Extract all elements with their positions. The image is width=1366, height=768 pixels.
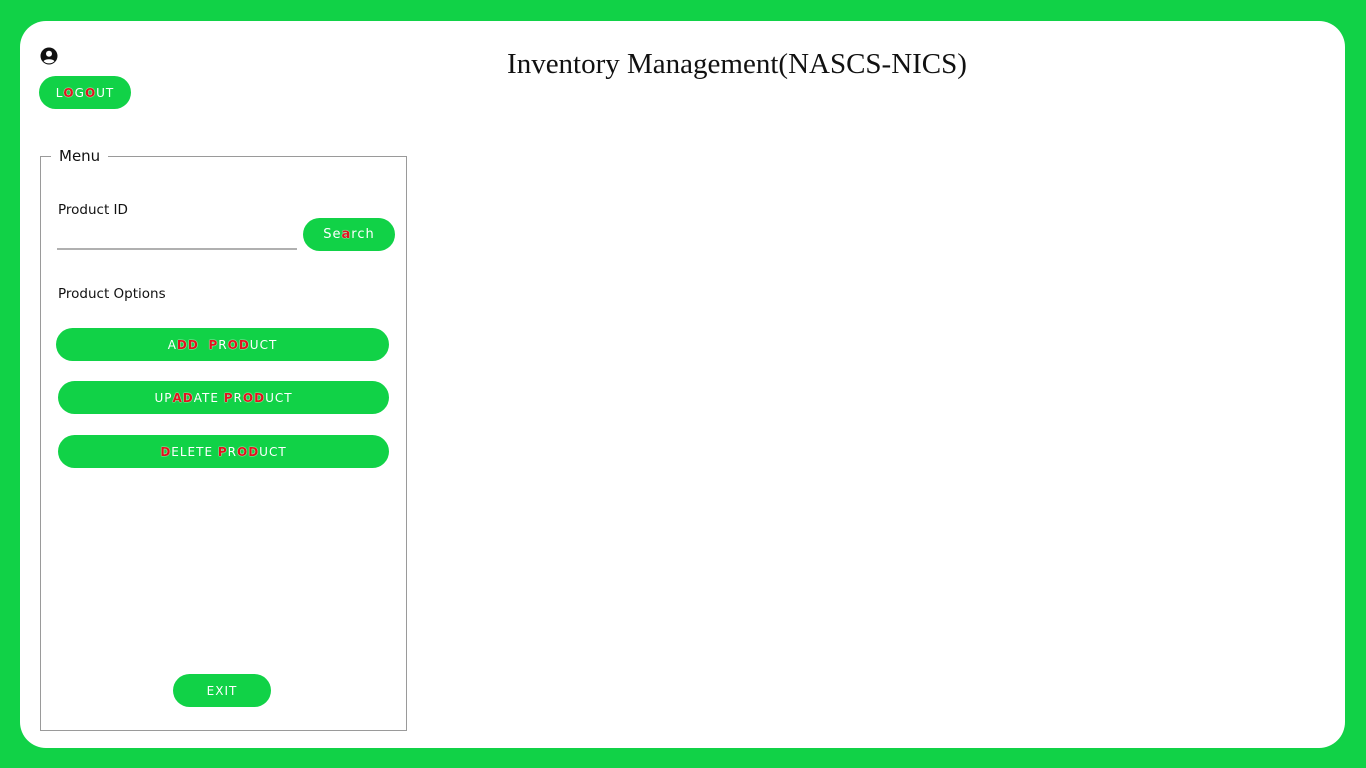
label-highlight: OD — [237, 444, 260, 459]
label-highlight: O — [84, 85, 97, 100]
label-text: UP — [154, 390, 173, 405]
label-text: R — [218, 337, 228, 352]
label-text: A — [193, 390, 203, 405]
label-text: A — [167, 337, 177, 352]
update-product-button[interactable]: UPADATE PRODUCT — [58, 381, 389, 414]
label-highlight: D — [160, 444, 172, 459]
product-id-input[interactable] — [57, 226, 297, 250]
label-highlight: P — [217, 444, 228, 459]
label-highlight: P — [208, 337, 219, 352]
page-title: Inventory Management(NASCS-NICS) — [507, 48, 967, 80]
label-text: EXIT — [206, 683, 238, 698]
add-product-button[interactable]: ADD PRODUCT — [56, 328, 389, 361]
label-text: UCT — [249, 337, 278, 352]
label-highlight: O — [63, 85, 75, 100]
label-text: rch — [351, 226, 375, 242]
product-options-label: Product Options — [58, 286, 166, 302]
label-text: UT — [96, 85, 115, 100]
logout-button[interactable]: LOGOUT — [39, 76, 131, 109]
exit-button[interactable]: EXIT — [173, 674, 271, 707]
menu-legend: Menu — [59, 147, 101, 165]
label-text: UCT — [259, 444, 287, 459]
label-text: Se — [323, 226, 342, 242]
label-highlight: a — [341, 226, 352, 242]
user-circle-icon — [40, 47, 58, 65]
label-text: UCT — [265, 390, 293, 405]
label-text: TE — [202, 390, 224, 405]
label-highlight: P — [223, 390, 234, 405]
label-text: ELETE — [171, 444, 218, 459]
label-highlight: D — [182, 390, 194, 405]
label-highlight: OD — [242, 390, 266, 405]
label-text: R — [227, 444, 237, 459]
label-text: R — [233, 390, 243, 405]
label-highlight: DD — [176, 337, 199, 352]
label-text: G — [74, 85, 85, 100]
search-button[interactable]: Search — [303, 218, 395, 251]
label-highlight: A — [172, 390, 183, 405]
product-id-label: Product ID — [58, 202, 128, 218]
delete-product-button[interactable]: DELETE PRODUCT — [58, 435, 389, 468]
label-highlight: OD — [227, 337, 250, 352]
